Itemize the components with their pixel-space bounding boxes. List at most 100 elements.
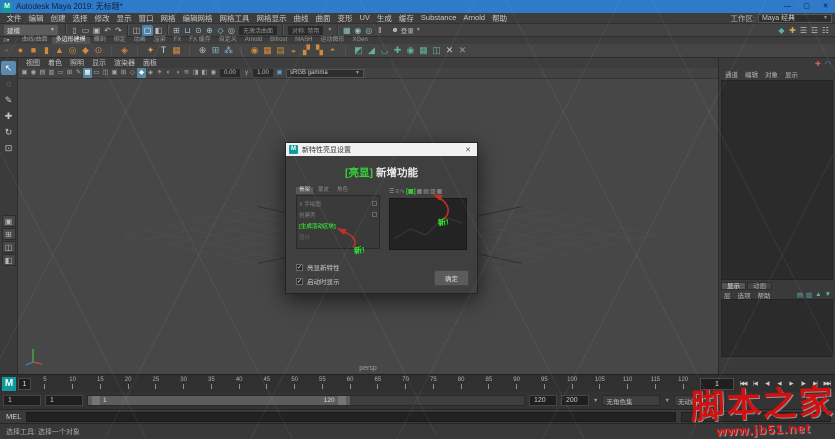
menu-item[interactable]: 网格显示 xyxy=(253,13,290,24)
menu-item[interactable]: 网格 xyxy=(157,13,179,24)
new-layer-from-selected-icon[interactable]: ▥ xyxy=(806,291,812,299)
color-management-icon[interactable]: ▣ xyxy=(275,68,284,78)
shelf-tab[interactable]: 多边形建模 xyxy=(51,37,90,44)
timeline-tick[interactable]: 80 xyxy=(447,377,475,389)
menu-item[interactable]: 变形 xyxy=(334,13,356,24)
snap-to-curve-icon[interactable]: ⊔ xyxy=(182,25,193,36)
anim-layer-icon[interactable]: ◠ xyxy=(825,60,831,68)
shelf-tab[interactable]: 绑定 xyxy=(110,37,130,44)
shaded-icon[interactable]: ◆ xyxy=(137,68,146,78)
combine-icon[interactable]: ▞ xyxy=(300,44,313,57)
bevel-icon[interactable]: ◢ xyxy=(365,44,378,57)
scale-tool[interactable]: ⊡ xyxy=(1,141,16,155)
timeline-tick[interactable]: 90 xyxy=(503,377,531,389)
close-icon[interactable]: ✕ xyxy=(462,146,474,154)
shelf-tab[interactable]: 雕刻 xyxy=(90,37,110,44)
pause-icon[interactable]: ‖ xyxy=(374,25,385,36)
chevron-down-icon[interactable]: ▼ xyxy=(593,398,598,404)
shelf-tab[interactable]: 运动图形 xyxy=(316,37,348,44)
current-frame-field[interactable]: 1 xyxy=(700,377,734,390)
playback-start-field[interactable]: 1 xyxy=(45,395,83,406)
command-language-label[interactable]: MEL xyxy=(0,412,26,421)
channel-box-icon[interactable]: ☷ xyxy=(820,25,831,36)
menu-item[interactable]: 显示 xyxy=(113,13,135,24)
ao-icon[interactable]: ◑ xyxy=(173,68,182,78)
svg-tool-icon[interactable]: ▦ xyxy=(170,44,183,57)
snap-to-point-icon[interactable]: ⊙ xyxy=(193,25,204,36)
menu-item[interactable]: 编辑网格 xyxy=(179,13,216,24)
make-live-icon[interactable]: ◎ xyxy=(226,25,237,36)
new-empty-layer-icon[interactable]: ▤ xyxy=(797,291,803,299)
timeline-tick[interactable]: 95 xyxy=(531,377,559,389)
panel-menu-item[interactable]: 着色 xyxy=(44,58,66,68)
highlight-new-features-checkbox[interactable]: ✓ 亮显新特性 xyxy=(296,262,340,272)
range-track[interactable]: 1 120 xyxy=(87,395,525,406)
lattice-icon[interactable]: ▤ xyxy=(274,44,287,57)
shelf-scroll-icons[interactable]: ‹› xyxy=(2,48,11,54)
channel-box-menu-item[interactable]: 编辑 xyxy=(745,69,758,79)
modeling-toolkit-icon[interactable]: ◆ xyxy=(776,25,787,36)
shelf-tab[interactable]: XGen xyxy=(349,37,372,44)
undo-icon[interactable]: ↶ xyxy=(102,25,113,36)
maximize-button[interactable]: ▢ xyxy=(797,0,816,13)
menu-item[interactable]: 曲线 xyxy=(290,13,312,24)
render-current-frame-icon[interactable]: ◉ xyxy=(352,25,363,36)
move-layer-up-icon[interactable]: ▲ xyxy=(815,291,821,298)
2d-pan-zoom-icon[interactable]: ⊞ xyxy=(65,68,74,78)
gate-mask-icon[interactable]: ▣ xyxy=(110,68,119,78)
poly-cylinder-icon[interactable]: ▮ xyxy=(40,44,53,57)
shelf-tab[interactable]: 自定义 xyxy=(215,37,241,44)
snap-to-view-plane-icon[interactable]: ◇ xyxy=(215,25,226,36)
collapse-edge-icon[interactable]: ✕ xyxy=(456,44,469,57)
step-back-key-button[interactable]: ◀| xyxy=(761,381,773,387)
motion-blur-icon[interactable]: ≋ xyxy=(182,68,191,78)
layer-editor-menu-item[interactable]: 选项 xyxy=(738,290,751,300)
joint-tool-icon[interactable]: ⁂ xyxy=(222,44,235,57)
move-layer-down-icon[interactable]: ▼ xyxy=(825,291,831,298)
layout-four-pane[interactable]: ⊞ xyxy=(1,228,16,240)
timeline-tick[interactable]: 85 xyxy=(475,377,503,389)
show-at-startup-checkbox[interactable]: ✓ 启动时显示 xyxy=(296,276,340,286)
anim-layer-select[interactable]: 无动画层 xyxy=(673,395,726,406)
menu-item[interactable]: 文件 xyxy=(3,13,25,24)
range-bar[interactable]: 1 120 xyxy=(88,396,350,405)
smooth-icon[interactable]: ◓ xyxy=(326,44,339,57)
symmetrize-icon[interactable]: ◫ xyxy=(430,44,443,57)
lasso-select-tool[interactable]: ◌ xyxy=(1,77,16,91)
layout-single-pane[interactable]: ▣ xyxy=(1,215,16,227)
menu-item[interactable]: 修改 xyxy=(91,13,113,24)
save-scene-icon[interactable]: ▣ xyxy=(91,25,102,36)
tool-settings-icon[interactable]: ☲ xyxy=(809,25,820,36)
shelf-tab[interactable]: FX xyxy=(170,37,186,44)
paint-select-tool[interactable]: ✎ xyxy=(1,93,16,107)
step-forward-frame-button[interactable]: ▶| xyxy=(809,381,821,387)
menu-item[interactable]: 曲面 xyxy=(312,13,334,24)
shelf-separator[interactable]: ❘ xyxy=(183,44,196,57)
construction-aim-icon[interactable]: ⊕ xyxy=(196,44,209,57)
play-backwards-button[interactable]: ◀ xyxy=(773,381,785,387)
sculpt-tool-icon[interactable]: ◉ xyxy=(248,44,261,57)
render-view-icon[interactable]: ▦ xyxy=(341,25,352,36)
type-tool-icon[interactable]: T xyxy=(157,44,170,57)
timeline-tick[interactable]: 15 xyxy=(87,377,115,389)
wireframe-icon[interactable]: ◇ xyxy=(128,68,137,78)
chevron-down-icon[interactable]: ▼ xyxy=(327,27,332,33)
timeline-tick[interactable]: 20 xyxy=(114,377,142,389)
poly-sphere-icon[interactable]: ● xyxy=(14,44,27,57)
poly-cone-icon[interactable]: ▲ xyxy=(53,44,66,57)
character-set-select[interactable]: 无角色集 xyxy=(602,395,661,406)
range-end-handle[interactable] xyxy=(337,396,346,405)
rotate-tool[interactable]: ↻ xyxy=(1,125,16,139)
menu-set-select[interactable]: 建模 ▼ xyxy=(4,25,58,35)
snap-to-projected-center-icon[interactable]: ⊕ xyxy=(204,25,215,36)
shelf-separator[interactable]: ❘ xyxy=(131,44,144,57)
menu-item[interactable]: 生成 xyxy=(373,13,395,24)
quad-draw-icon[interactable]: ▦ xyxy=(417,44,430,57)
panel-menu-item[interactable]: 照明 xyxy=(66,58,88,68)
channel-box-menu-item[interactable]: 对象 xyxy=(765,69,778,79)
bookmarks-icon[interactable]: ▥ xyxy=(47,68,56,78)
channel-box-menu-item[interactable]: 通道 xyxy=(725,69,738,79)
menu-item[interactable]: 缓存 xyxy=(395,13,417,24)
isolate-select-icon[interactable]: ◨ xyxy=(191,68,200,78)
shelf-tab[interactable]: 动画 xyxy=(130,37,150,44)
